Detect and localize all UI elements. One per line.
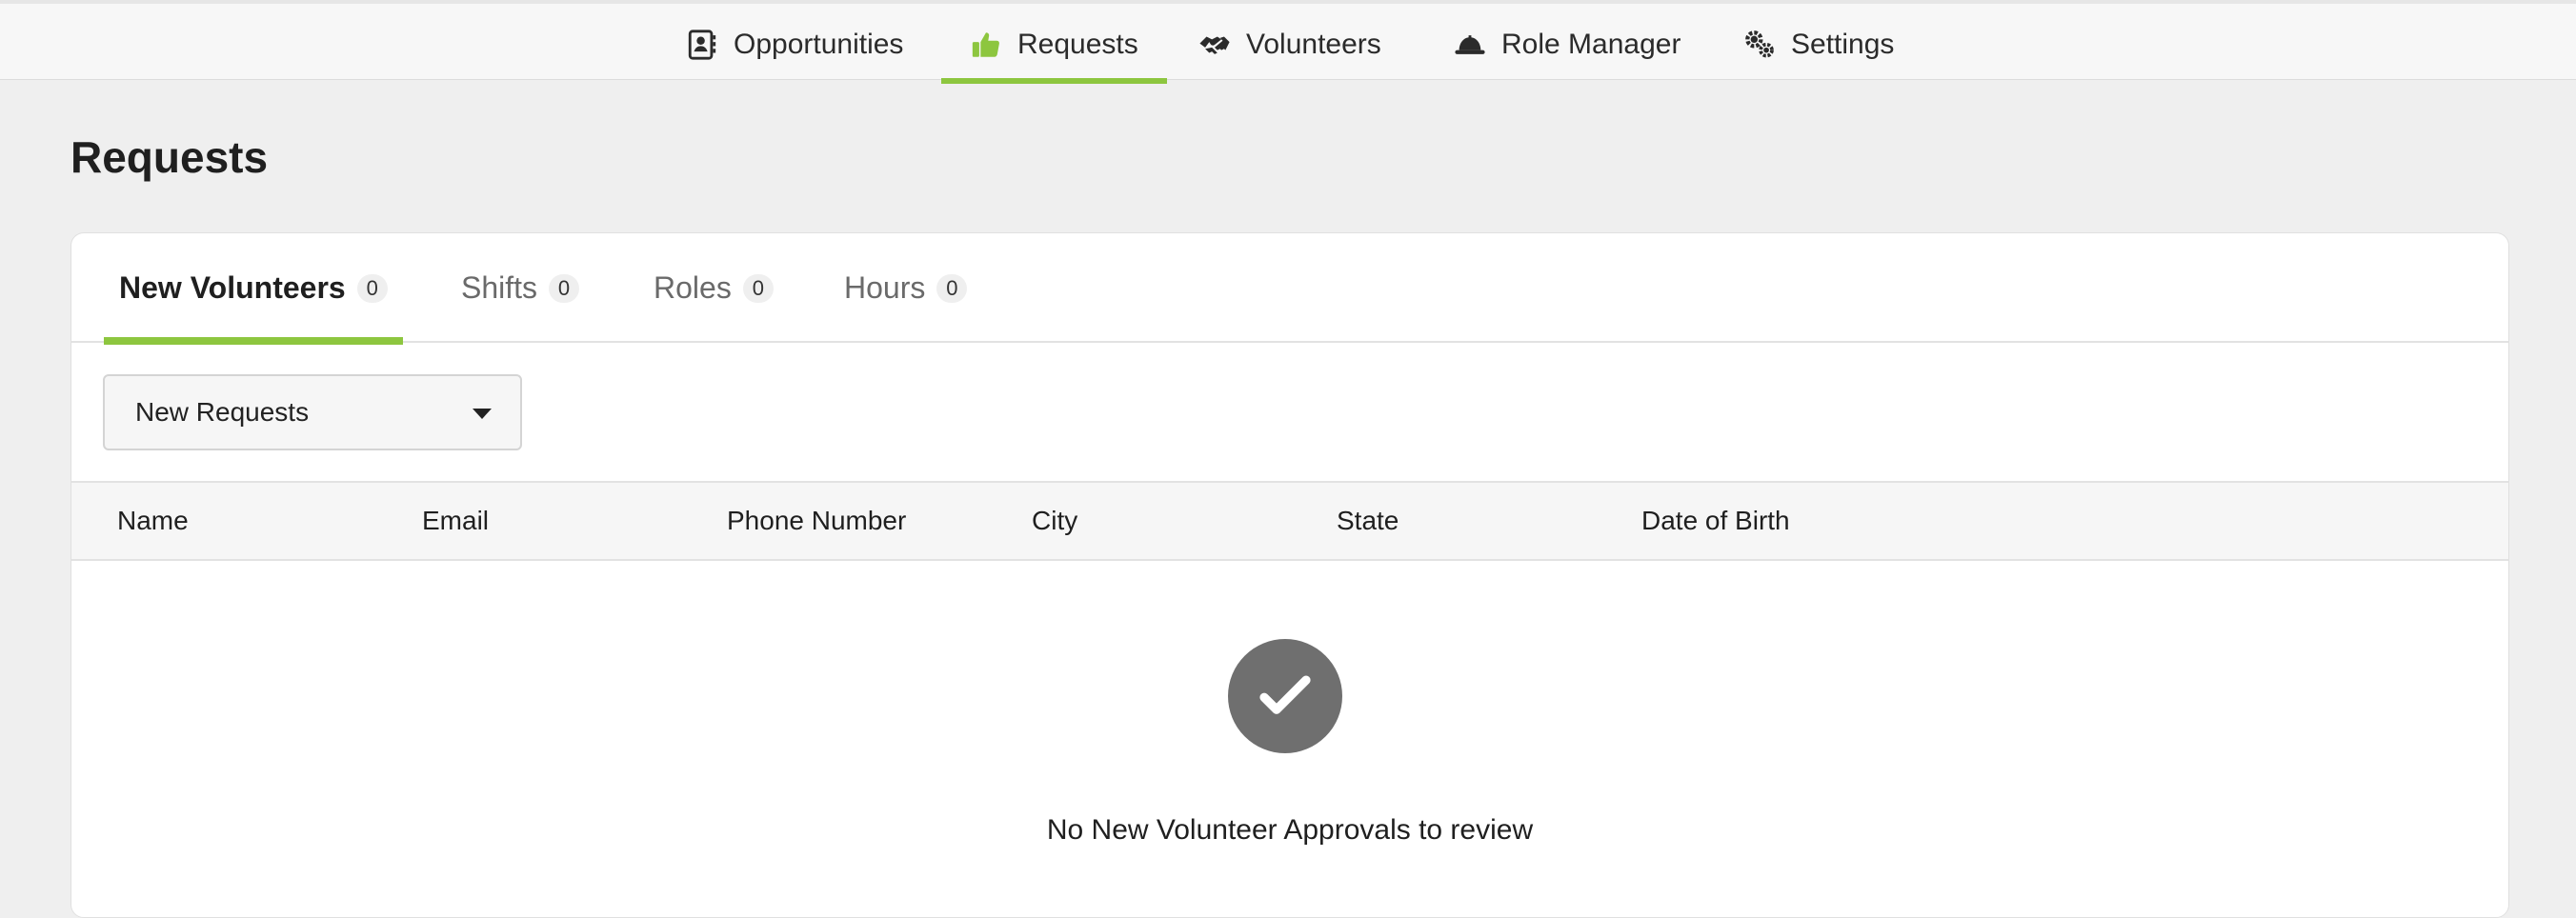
tab-bar: New Volunteers 0 Shifts 0 Roles 0 Hours … <box>71 233 2508 345</box>
tab-label: Hours <box>844 270 926 305</box>
nav-item-opportunities[interactable]: Opportunities <box>686 8 903 82</box>
nav-item-requests[interactable]: Requests <box>941 8 1167 84</box>
tab-label: Shifts <box>461 270 538 305</box>
dropdown-value: New Requests <box>135 397 310 427</box>
nav-label: Volunteers <box>1246 29 1381 60</box>
check-circle-icon <box>1228 639 1342 753</box>
request-filter-dropdown[interactable]: New Requests <box>103 374 522 450</box>
count-badge: 0 <box>936 273 968 303</box>
top-nav: Opportunities Requests Volunteers Role M… <box>0 0 2576 84</box>
column-header-date-of-birth[interactable]: Date of Birth <box>1641 483 1790 559</box>
column-header-state[interactable]: State <box>1337 483 1399 559</box>
nav-label: Settings <box>1791 29 1895 60</box>
nav-label: Role Manager <box>1501 29 1681 60</box>
empty-state-message: No New Volunteer Approvals to review <box>1046 814 1534 846</box>
tab-label: New Volunteers <box>119 270 346 305</box>
column-header-phone[interactable]: Phone Number <box>727 483 906 559</box>
tab-new-volunteers[interactable]: New Volunteers 0 <box>104 233 403 345</box>
nav-label: Opportunities <box>734 29 904 60</box>
tab-label: Roles <box>654 270 732 305</box>
page-title: Requests <box>70 132 269 182</box>
nav-item-settings[interactable]: Settings <box>1743 8 1894 82</box>
column-header-city[interactable]: City <box>1032 483 1077 559</box>
requests-card: New Volunteers 0 Shifts 0 Roles 0 Hours … <box>70 232 2509 918</box>
handshake-icon <box>1198 29 1231 61</box>
count-badge: 0 <box>742 273 774 303</box>
hard-hat-icon <box>1454 29 1486 61</box>
tab-shifts[interactable]: Shifts 0 <box>461 233 580 343</box>
thumbs-up-icon <box>970 29 1002 61</box>
gears-icon <box>1743 29 1776 61</box>
tab-roles[interactable]: Roles 0 <box>654 233 774 343</box>
count-badge: 0 <box>549 273 580 303</box>
nav-item-role-manager[interactable]: Role Manager <box>1454 8 1680 82</box>
tab-hours[interactable]: Hours 0 <box>844 233 968 343</box>
nav-item-volunteers[interactable]: Volunteers <box>1198 8 1381 82</box>
table-header: Name Email Phone Number City State Date … <box>71 481 2508 561</box>
contact-book-icon <box>686 29 718 61</box>
nav-label: Requests <box>1017 29 1138 60</box>
count-badge: 0 <box>356 273 388 303</box>
column-header-name[interactable]: Name <box>117 483 189 559</box>
column-header-email[interactable]: Email <box>422 483 489 559</box>
caret-down-icon <box>473 409 492 419</box>
